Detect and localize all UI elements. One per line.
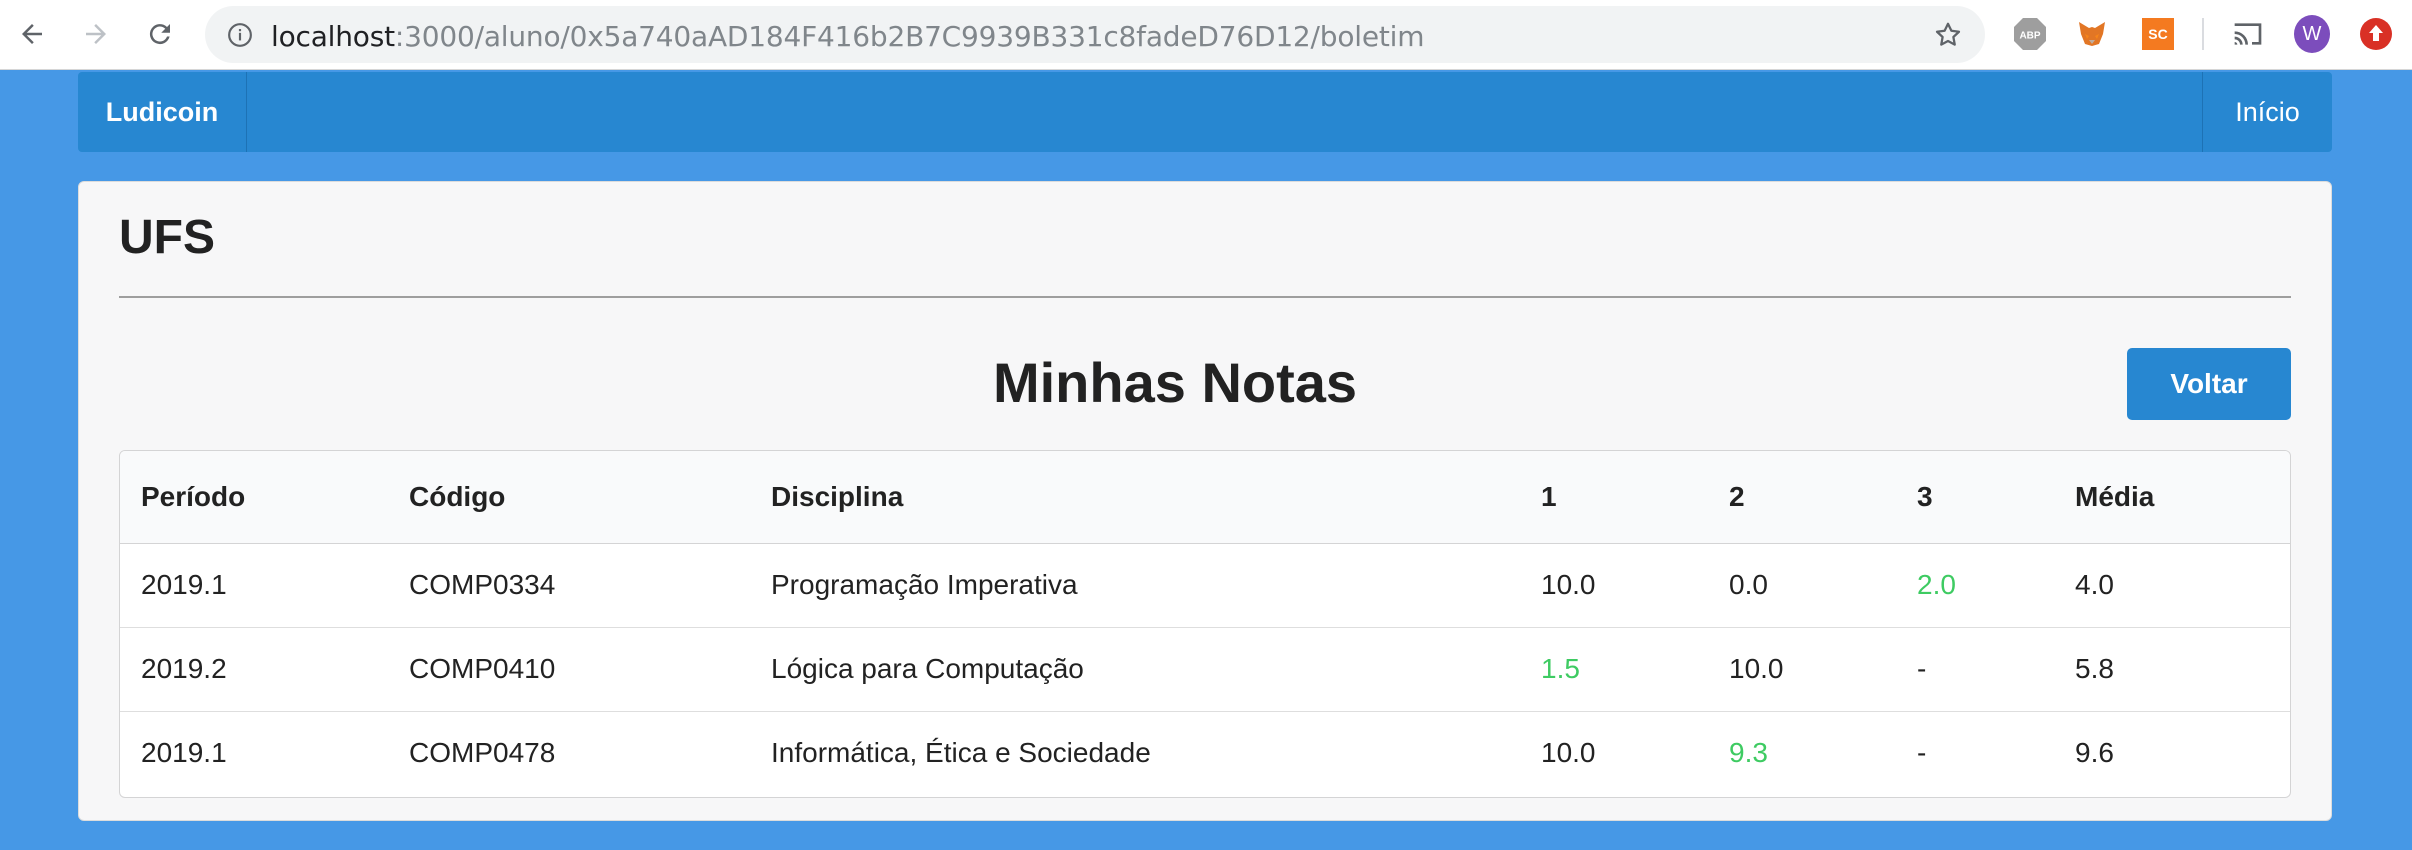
toolbar-divider <box>2202 18 2204 50</box>
sc-label: SC <box>2142 18 2174 50</box>
bookmark-star-icon[interactable] <box>1933 20 1963 55</box>
cast-icon[interactable] <box>2230 16 2266 52</box>
address-bar[interactable]: localhost:3000/aluno/0x5a740aAD184F416b2… <box>205 6 1985 63</box>
cell-disciplina: Programação Imperativa <box>771 569 1078 600</box>
back-arrow-icon[interactable] <box>12 14 52 54</box>
info-icon[interactable] <box>227 22 253 53</box>
table-header-row: Período Código Disciplina 1 2 3 Média <box>120 451 2290 544</box>
metamask-fox-icon[interactable] <box>2074 16 2110 52</box>
cell-nota-2: 9.3 <box>1708 710 1896 795</box>
grades-table-container: Período Código Disciplina 1 2 3 Média 20… <box>119 450 2291 798</box>
cell-nota-3: 2.0 <box>1917 569 1956 600</box>
divider <box>119 296 2291 298</box>
cell-nota-3: - <box>1896 710 2054 795</box>
forward-arrow-icon[interactable] <box>76 14 116 54</box>
app-navbar: Ludicoin Início <box>78 72 2332 152</box>
main-card: UFS Minhas Notas Voltar Período Código D… <box>78 181 2332 821</box>
cell-periodo: 2019.1 <box>141 569 227 600</box>
cell-codigo: COMP0410 <box>388 626 750 711</box>
column-header-codigo: Código <box>388 451 750 544</box>
cell-nota-1: 1.5 <box>1520 626 1708 711</box>
column-header-nota-1: 1 <box>1520 451 1708 544</box>
cell-nota-2: 0.0 <box>1729 569 1768 600</box>
grades-table: Período Código Disciplina 1 2 3 Média 20… <box>120 451 2290 795</box>
card-title: UFS <box>119 211 215 264</box>
profile-initial: W <box>2294 15 2330 53</box>
cell-periodo: 2019.2 <box>120 626 388 711</box>
back-button[interactable]: Voltar <box>2127 348 2291 420</box>
section-title-text: Minhas Notas <box>992 351 1358 414</box>
table-row: 2019.1 COMP0334 Programação Imperativa 1… <box>120 543 2290 627</box>
url-path: :3000/aluno/0x5a740aAD184F416b2B7C9939B3… <box>394 20 1425 53</box>
cell-media: 5.8 <box>2054 626 2290 711</box>
reload-icon[interactable] <box>140 14 180 54</box>
nav-link-inicio[interactable]: Início <box>2202 72 2332 152</box>
cell-codigo: COMP0334 <box>409 569 556 600</box>
table-row: 2019.2 COMP0410 Lógica para Computação 1… <box>120 626 2290 711</box>
update-arrow-icon[interactable] <box>2358 16 2394 52</box>
table-row: 2019.1 COMP0478 Informática, Ética e Soc… <box>120 710 2290 795</box>
column-header-nota-3: 3 <box>1896 451 2054 544</box>
profile-avatar[interactable]: W <box>2294 15 2330 53</box>
brand-link[interactable]: Ludicoin <box>78 72 247 152</box>
cell-media: 4.0 <box>2075 569 2114 600</box>
url-host: localhost <box>271 20 395 53</box>
cell-periodo: 2019.1 <box>120 710 388 795</box>
cell-nota-2: 10.0 <box>1708 626 1896 711</box>
cell-nota-3: - <box>1896 626 2054 711</box>
browser-toolbar: localhost:3000/aluno/0x5a740aAD184F416b2… <box>0 0 2412 70</box>
column-header-nota-2: 2 <box>1708 451 1896 544</box>
cell-codigo: COMP0478 <box>388 710 750 795</box>
cell-media: 9.6 <box>2054 710 2290 795</box>
column-header-disciplina: Disciplina <box>750 451 1520 544</box>
cell-disciplina: Lógica para Computação <box>750 626 1520 711</box>
adblock-extension-icon[interactable]: ABP <box>2012 16 2048 52</box>
column-header-media: Média <box>2054 451 2290 544</box>
section-title: Minhas Notas <box>79 350 2331 415</box>
url-text[interactable]: localhost:3000/aluno/0x5a740aAD184F416b2… <box>271 20 1425 53</box>
cell-nota-1: 10.0 <box>1520 710 1708 795</box>
column-header-periodo: Período <box>120 451 388 544</box>
adblock-label: ABP <box>2019 31 2040 42</box>
cell-disciplina: Informática, Ética e Sociedade <box>750 710 1520 795</box>
cell-nota-1: 10.0 <box>1541 569 1596 600</box>
sc-extension-icon[interactable]: SC <box>2140 16 2176 52</box>
